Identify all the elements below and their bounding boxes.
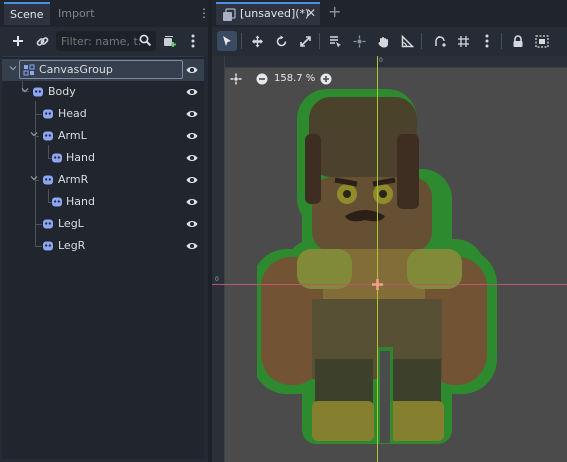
visibility-eye-icon[interactable] <box>186 87 198 97</box>
tree-row-canvasgroup[interactable]: CanvasGroup <box>2 59 204 81</box>
lock-icon[interactable] <box>508 31 528 51</box>
visibility-eye-icon[interactable] <box>186 219 198 229</box>
smart-snap-icon[interactable] <box>430 31 450 51</box>
canvas-viewport[interactable]: 0 0 158.7 % <box>212 56 567 462</box>
sprite-node-icon <box>42 130 54 142</box>
tree-row-head[interactable]: Head <box>2 103 204 125</box>
canvas-toolbar <box>212 27 567 54</box>
list-selectable-icon[interactable] <box>325 31 345 51</box>
tab-import[interactable]: Import <box>52 2 101 25</box>
tree-row-legl[interactable]: LegL <box>2 213 204 235</box>
zoom-percentage[interactable]: 158.7 % <box>274 73 315 84</box>
add-tab-icon[interactable]: + <box>328 3 341 21</box>
scene-tab-title: [unsaved](*) <box>240 7 310 20</box>
ruler-mode-icon[interactable] <box>397 31 417 51</box>
y-axis-line <box>377 56 378 462</box>
visibility-eye-icon[interactable] <box>186 109 198 119</box>
link-icon[interactable] <box>32 31 52 51</box>
search-icon <box>139 34 152 50</box>
tree-row-armr[interactable]: ArmR <box>2 169 204 191</box>
scene-file-icon <box>222 8 236 25</box>
sprite-node-icon <box>42 108 54 120</box>
tree-scrollbar[interactable] <box>204 56 208 458</box>
select-mode-icon[interactable] <box>217 31 237 51</box>
move-mode-icon[interactable] <box>247 31 267 51</box>
node-label: Head <box>58 107 87 120</box>
horizontal-ruler[interactable]: 0 <box>224 56 567 68</box>
node-label: ArmR <box>58 173 89 186</box>
visibility-eye-icon[interactable] <box>186 131 198 141</box>
node-label: ArmL <box>58 129 87 142</box>
tree-row-arml[interactable]: ArmL <box>2 125 204 147</box>
close-tab-icon[interactable]: ✕ <box>306 6 316 20</box>
collapse-arrow-icon[interactable] <box>21 86 31 96</box>
node-label: Hand <box>66 151 95 164</box>
visibility-eye-icon[interactable] <box>186 65 198 75</box>
visibility-eye-icon[interactable] <box>186 153 198 163</box>
grid-snap-icon[interactable] <box>453 31 473 51</box>
node-label: CanvasGroup <box>39 63 113 76</box>
ruler-zero-label: 0 <box>379 57 383 64</box>
snap-options-icon[interactable] <box>477 31 497 51</box>
vertical-ruler[interactable]: 0 <box>212 56 225 462</box>
rotate-mode-icon[interactable] <box>271 31 291 51</box>
pan-mode-icon[interactable] <box>373 31 393 51</box>
origin-crosshair-icon <box>372 279 383 290</box>
group-icon[interactable] <box>532 31 552 51</box>
sprite-node-icon <box>32 86 44 98</box>
sprite-node-icon <box>42 218 54 230</box>
x-axis-line <box>212 284 567 285</box>
scale-mode-icon[interactable] <box>295 31 315 51</box>
collapse-arrow-icon[interactable] <box>30 130 40 140</box>
sprite-node-icon <box>42 174 54 186</box>
scene-dock: Scene Import ⋮ Filter: name, t:ty Canvas… <box>0 0 210 462</box>
zoom-out-icon[interactable] <box>256 73 268 88</box>
collapse-arrow-icon[interactable] <box>30 174 40 184</box>
zoom-in-icon[interactable] <box>320 73 332 88</box>
canvasgroup-node-icon <box>23 64 35 76</box>
scene-tabbar: [unsaved](*) ✕ + <box>212 0 567 27</box>
node-label: LegR <box>58 239 86 252</box>
node-label: Hand <box>66 195 95 208</box>
collapse-arrow-icon[interactable] <box>9 64 19 74</box>
tab-scene[interactable]: Scene <box>4 2 50 25</box>
scene-tab[interactable]: [unsaved](*) ✕ <box>216 2 320 25</box>
visibility-eye-icon[interactable] <box>186 175 198 185</box>
sprite-node-icon <box>51 196 63 208</box>
scene-menu-icon[interactable] <box>183 31 203 51</box>
tree-row-hand-right[interactable]: Hand <box>2 191 204 213</box>
dock-menu-icon[interactable]: ⋮ <box>198 6 210 20</box>
tree-row-body[interactable]: Body <box>2 81 204 103</box>
ruler-corner <box>212 56 224 67</box>
instance-scene-icon[interactable] <box>160 31 180 51</box>
ruler-zero-label: 0 <box>215 276 219 283</box>
filter-field[interactable] <box>56 31 156 51</box>
dock-tabbar: Scene Import ⋮ <box>0 0 210 27</box>
node-label: Body <box>48 85 76 98</box>
tree-row-hand-left[interactable]: Hand <box>2 147 204 169</box>
visibility-eye-icon[interactable] <box>186 197 198 207</box>
visibility-eye-icon[interactable] <box>186 241 198 251</box>
center-view-icon[interactable] <box>230 73 242 88</box>
editor-main: [unsaved](*) ✕ + 0 0 158.7 % <box>212 0 567 462</box>
filter-input[interactable] <box>61 31 141 51</box>
sprite-node-icon <box>51 152 63 164</box>
pivot-mode-icon[interactable] <box>349 31 369 51</box>
tree-row-legr[interactable]: LegR <box>2 235 204 257</box>
node-label: LegL <box>58 217 84 230</box>
scene-tree: CanvasGroup Body Head ArmL Hand ArmR Han… <box>2 56 204 459</box>
character-sprite[interactable] <box>257 89 507 449</box>
add-node-icon[interactable] <box>8 31 28 51</box>
sprite-node-icon <box>42 240 54 252</box>
